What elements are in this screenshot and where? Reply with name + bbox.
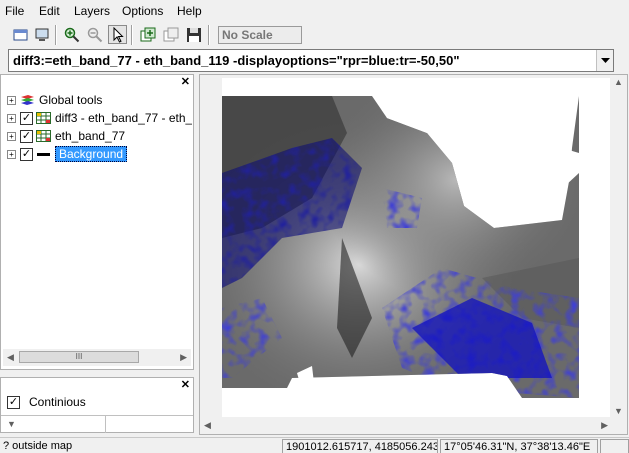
- menu-layers[interactable]: Layers: [74, 4, 110, 18]
- scrollbar-thumb[interactable]: III: [19, 351, 139, 363]
- raster-layer-icon: [36, 130, 51, 142]
- status-bar: ? outside map 1901012.615717, 4185056.24…: [0, 437, 629, 453]
- command-line-text[interactable]: diff3:=eth_band_77 - eth_band_119 -displ…: [13, 53, 460, 68]
- command-line-combobox[interactable]: diff3:=eth_band_77 - eth_band_119 -displ…: [8, 49, 614, 72]
- expand-icon[interactable]: +: [7, 131, 16, 141]
- satellite-map-image: [222, 96, 579, 398]
- menu-bar: File Edit Layers Options Help: [0, 0, 629, 21]
- layers-horizontal-scrollbar[interactable]: ◀ III ▶: [3, 349, 191, 366]
- chevron-down-icon: [600, 57, 610, 63]
- layer-visibility-checkbox[interactable]: ✓: [20, 147, 33, 161]
- divider: [105, 416, 106, 433]
- toolbar-separator: [131, 25, 133, 45]
- floppy-disk-icon: [186, 27, 201, 42]
- menu-file[interactable]: File: [5, 4, 24, 18]
- expand-icon[interactable]: +: [7, 95, 16, 105]
- scroll-right-icon[interactable]: ▶: [180, 352, 187, 363]
- pointer-icon: [113, 26, 124, 43]
- new-map-button[interactable]: [11, 25, 30, 44]
- save-button[interactable]: [184, 25, 203, 44]
- global-tools-icon: [21, 95, 34, 105]
- layers-panel: ✕ + Global tools + ✓ diff3 - eth_band_77…: [0, 74, 194, 370]
- toolbar-separator: [208, 25, 210, 45]
- zoom-in-button[interactable]: [62, 25, 81, 44]
- scale-field[interactable]: No Scale: [218, 26, 302, 44]
- map-white-area: [467, 148, 579, 203]
- expand-icon[interactable]: +: [7, 149, 16, 159]
- layer-visibility-checkbox[interactable]: ✓: [20, 129, 33, 143]
- zoom-out-icon: [87, 27, 102, 42]
- toolbar-separator: [55, 25, 57, 45]
- close-icon[interactable]: ✕: [181, 75, 190, 88]
- scroll-left-icon[interactable]: ◀: [204, 420, 211, 431]
- select-pointer-button[interactable]: [108, 25, 127, 44]
- status-message: ? outside map: [3, 440, 73, 452]
- close-icon[interactable]: ✕: [181, 378, 190, 391]
- new-map-icon: [13, 29, 27, 40]
- tree-item-label: eth_band_77: [55, 129, 126, 143]
- scroll-down-icon[interactable]: ▼: [7, 419, 16, 429]
- legend-item-label: Continious: [29, 395, 86, 409]
- command-dropdown-button[interactable]: [596, 50, 613, 71]
- copy-layer-button[interactable]: [161, 25, 180, 44]
- add-layer-button[interactable]: [138, 25, 157, 44]
- menu-options[interactable]: Options: [122, 4, 163, 18]
- zoom-in-icon: [64, 27, 79, 42]
- screen-button[interactable]: [32, 25, 51, 44]
- legend-item[interactable]: ✓ Continious: [7, 395, 86, 409]
- scroll-left-icon[interactable]: ◀: [7, 352, 14, 363]
- menu-edit[interactable]: Edit: [39, 4, 60, 18]
- tree-item-eth-band-77[interactable]: + ✓ eth_band_77: [7, 127, 192, 145]
- zoom-out-button[interactable]: [85, 25, 104, 44]
- map-canvas[interactable]: [222, 78, 612, 418]
- legend-panel: ✕ ✓ Continious ▼: [0, 377, 194, 433]
- tree-item-global-tools[interactable]: + Global tools: [7, 91, 192, 109]
- scroll-up-icon[interactable]: ▲: [614, 77, 623, 87]
- tree-item-background[interactable]: + ✓ Background: [7, 145, 192, 163]
- status-extra: [600, 439, 629, 453]
- toolbar: No Scale: [0, 23, 629, 47]
- layer-visibility-checkbox[interactable]: ✓: [20, 111, 33, 125]
- scroll-right-icon[interactable]: ▶: [601, 420, 608, 431]
- background-line-icon: [37, 153, 50, 156]
- tree-item-label: diff3 - eth_band_77 - eth_: [55, 111, 192, 125]
- add-layer-icon: [140, 27, 155, 41]
- expand-icon[interactable]: +: [7, 113, 16, 123]
- raster-layer-icon: [36, 112, 51, 124]
- map-horizontal-scrollbar[interactable]: ◀ ▶: [200, 417, 612, 434]
- map-vertical-scrollbar[interactable]: ▲ ▼: [610, 75, 627, 418]
- tree-item-label-selected: Background: [55, 146, 128, 162]
- monitor-icon: [35, 28, 48, 41]
- legend-checkbox[interactable]: ✓: [7, 395, 20, 409]
- scroll-down-icon[interactable]: ▼: [614, 406, 623, 416]
- tree-item-diff3[interactable]: + ✓ diff3 - eth_band_77 - eth_: [7, 109, 192, 127]
- status-coordinates: 1901012.615717, 4185056.243: [282, 439, 438, 453]
- status-latlon: 17°05'46.31"N, 37°38'13.46"E: [440, 439, 598, 453]
- tree-item-label: Global tools: [39, 93, 103, 107]
- copy-layer-icon: [163, 27, 178, 41]
- menu-help[interactable]: Help: [177, 4, 202, 18]
- divider: [1, 415, 193, 416]
- map-viewport[interactable]: ▲ ▼ ◀ ▶: [199, 74, 628, 435]
